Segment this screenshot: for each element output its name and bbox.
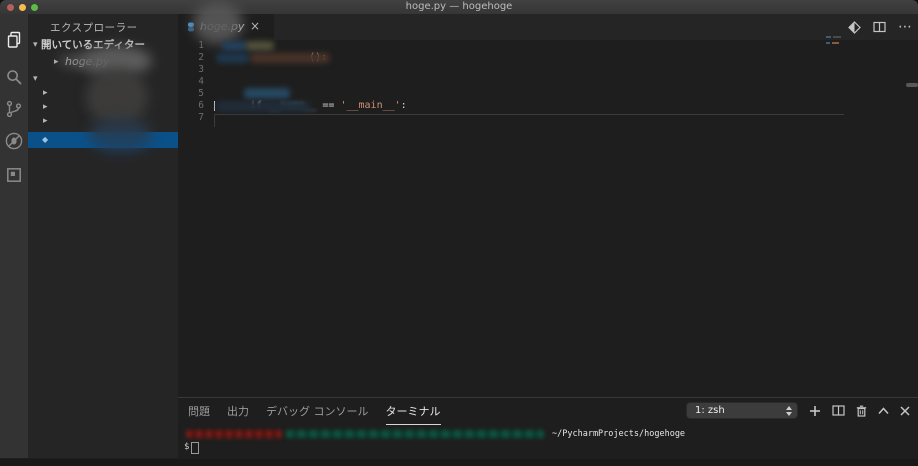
- line-number: 6: [178, 100, 204, 112]
- line-number: 4: [178, 76, 204, 88]
- maximize-panel-icon[interactable]: [878, 407, 889, 415]
- code-line-1[interactable]: ():: [273, 40, 327, 76]
- line-number: 3: [178, 64, 204, 76]
- open-editors-section-header[interactable]: ▾ 開いているエディター: [28, 38, 178, 52]
- terminal-picker-select[interactable]: 1: zsh: [686, 402, 798, 419]
- terminal-cursor: [191, 442, 199, 454]
- minimap-mark: [832, 42, 839, 44]
- more-actions-icon[interactable]: ⋯: [898, 22, 912, 32]
- line-number: 5: [178, 88, 204, 100]
- tab-output[interactable]: 出力: [227, 403, 249, 425]
- twisty-collapsed-icon: ▸: [54, 55, 59, 69]
- tab-terminal[interactable]: ターミナル: [386, 403, 441, 425]
- twisty-collapsed-icon: ▸: [43, 114, 48, 128]
- tab-problems[interactable]: 問題: [188, 403, 210, 425]
- bottom-panel: 問題 出力 デバッグ コンソール ターミナル 1: zsh: [178, 397, 918, 466]
- sidebar-title: エクスプローラー: [50, 20, 138, 35]
- activity-bar: [0, 14, 28, 458]
- minimap-mark: [833, 36, 841, 38]
- redaction-blob-code: [246, 41, 274, 51]
- editor-tab-bar: hoge.py × ⋯: [178, 14, 918, 40]
- minimap-mark: [826, 36, 831, 38]
- current-line-border: [214, 114, 215, 127]
- twisty-expanded-icon: ▾: [33, 38, 38, 52]
- twisty-expanded-icon: ▾: [33, 72, 38, 86]
- search-icon[interactable]: [0, 62, 28, 92]
- explorer-sidebar: エクスプローラー ▾ 開いているエディター ▸ hoge.py ▾ ▸ ▸ ▸ …: [28, 14, 178, 458]
- split-editor-icon[interactable]: [873, 21, 886, 33]
- python-file-icon: [186, 22, 196, 32]
- select-updown-icon: [786, 406, 792, 416]
- terminal-cwd-text: ~/PycharmProjects/hogehoge: [552, 428, 685, 440]
- tab-label: hoge.py: [200, 20, 244, 33]
- new-terminal-icon[interactable]: [809, 405, 821, 417]
- line-number: 1: [178, 40, 204, 52]
- close-panel-icon[interactable]: [900, 406, 910, 416]
- window-bottom-edge: [0, 459, 918, 466]
- extensions-icon[interactable]: [0, 160, 28, 190]
- twisty-collapsed-icon: ▸: [43, 100, 48, 114]
- tab-close-icon[interactable]: ×: [250, 19, 260, 33]
- tree-item-redacted[interactable]: ▸: [28, 100, 178, 114]
- tree-item-redacted[interactable]: ▸: [28, 114, 178, 128]
- redaction-blob-code: [216, 53, 250, 63]
- tab-debug-console[interactable]: デバッグ コンソール: [266, 403, 369, 425]
- titlebar: hoge.py — hogehoge: [0, 0, 918, 14]
- file-icon: ◆: [42, 132, 48, 148]
- tree-item-selected[interactable]: ◆: [28, 132, 178, 148]
- current-line-border: [214, 114, 844, 115]
- debug-icon[interactable]: [0, 126, 28, 156]
- open-editor-item[interactable]: ▸ hoge.py: [28, 55, 178, 69]
- code-line-5[interactable]: if __name__ == '__main__':: [214, 88, 407, 124]
- terminal-prompt: $: [184, 441, 189, 453]
- tree-item-redacted[interactable]: ▸: [28, 86, 178, 100]
- vscode-window: hoge.py — hogehoge: [0, 0, 918, 466]
- text-cursor: [214, 101, 215, 111]
- panel-actions: 1: zsh: [686, 402, 910, 419]
- line-number: 2: [178, 52, 204, 64]
- kill-terminal-icon[interactable]: [856, 405, 867, 417]
- terminal-picker-value: 1: zsh: [695, 405, 725, 416]
- line-number: 7: [178, 112, 204, 124]
- scrollbar-thumb[interactable]: [906, 83, 918, 87]
- window-title: hoge.py — hogehoge: [0, 0, 918, 14]
- minimap-mark: [826, 42, 830, 44]
- panel-tab-bar: 問題 出力 デバッグ コンソール ターミナル: [188, 403, 441, 425]
- twisty-collapsed-icon: ▸: [43, 86, 48, 100]
- split-terminal-icon[interactable]: [832, 405, 845, 416]
- folder-section-header[interactable]: ▾: [28, 72, 178, 86]
- open-editor-item-label: hoge.py: [65, 55, 109, 69]
- source-control-icon[interactable]: [0, 94, 28, 124]
- open-preview-icon[interactable]: [848, 21, 861, 34]
- redaction-blob-code: [222, 41, 248, 51]
- tab-hoge-py[interactable]: hoge.py ×: [178, 14, 274, 40]
- explorer-icon[interactable]: [0, 25, 28, 55]
- open-editors-label: 開いているエディター: [41, 38, 145, 52]
